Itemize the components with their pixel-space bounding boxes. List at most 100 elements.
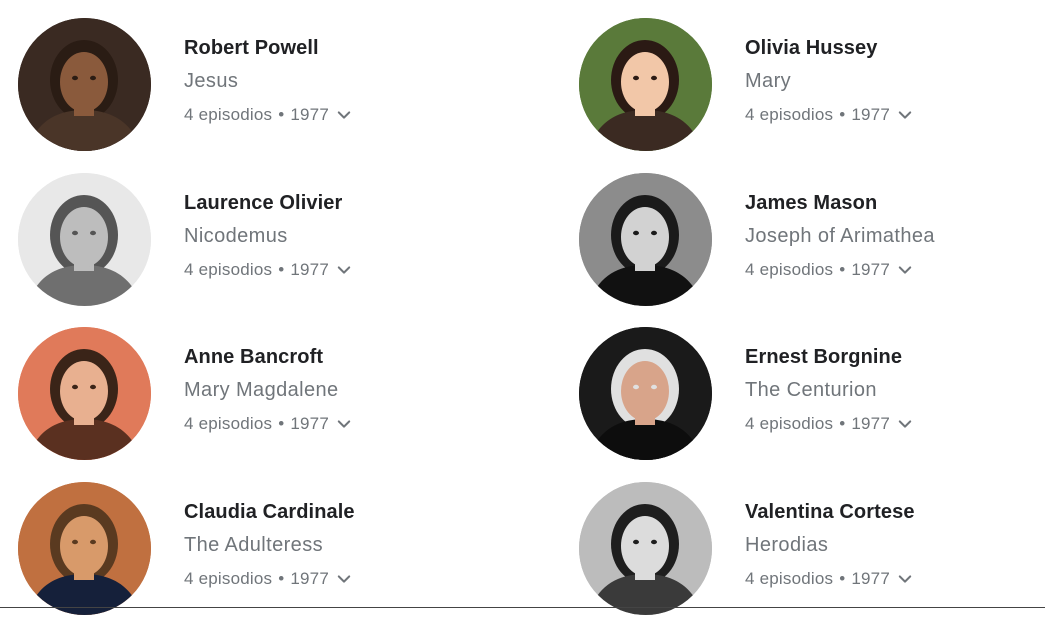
portrait-face <box>621 361 669 421</box>
separator-dot: • <box>839 105 846 124</box>
actor-name[interactable]: Ernest Borgnine <box>745 343 1045 371</box>
actor-name[interactable]: Anne Bancroft <box>184 343 484 371</box>
year: 1977 <box>851 105 890 124</box>
portrait-eye-right <box>651 539 657 545</box>
portrait-face <box>60 361 108 421</box>
episodes-count: 4 episodios <box>184 105 273 124</box>
portrait-eye-left <box>633 539 639 545</box>
episode-meta[interactable]: 4 episodios • 1977 <box>745 412 1045 436</box>
cast-info: Olivia Hussey Mary 4 episodios • 1977 <box>745 34 1045 127</box>
actor-photo[interactable] <box>18 482 151 615</box>
portrait-eye-right <box>651 230 657 236</box>
year: 1977 <box>851 414 890 433</box>
episode-meta[interactable]: 4 episodios • 1977 <box>745 567 1045 591</box>
actor-name[interactable]: James Mason <box>745 189 1045 217</box>
episode-meta[interactable]: 4 episodios • 1977 <box>184 258 484 282</box>
portrait-eye-right <box>651 384 657 390</box>
cast-card-olivia-hussey[interactable]: Olivia Hussey Mary 4 episodios • 1977 <box>579 18 1045 154</box>
portrait-face <box>60 516 108 576</box>
portrait-silhouette-icon <box>18 18 151 151</box>
portrait-silhouette-icon <box>579 18 712 151</box>
year: 1977 <box>290 569 329 588</box>
portrait-eye-left <box>72 384 78 390</box>
actor-photo[interactable] <box>18 173 151 306</box>
cast-list: Robert Powell Jesus 4 episodios • 1977 O… <box>0 0 1045 615</box>
episodes-count: 4 episodios <box>184 260 273 279</box>
cast-info: Laurence Olivier Nicodemus 4 episodios •… <box>184 189 484 282</box>
chevron-down-icon[interactable] <box>896 261 914 279</box>
actor-photo[interactable] <box>18 327 151 460</box>
episode-meta[interactable]: 4 episodios • 1977 <box>745 103 1045 127</box>
actor-name[interactable]: Olivia Hussey <box>745 34 1045 62</box>
episodes-count: 4 episodios <box>745 414 834 433</box>
portrait-eye-left <box>633 384 639 390</box>
cast-info: Robert Powell Jesus 4 episodios • 1977 <box>184 34 484 127</box>
portrait-eye-right <box>651 75 657 81</box>
portrait-eye-left <box>633 230 639 236</box>
portrait-eye-left <box>72 75 78 81</box>
separator-dot: • <box>839 260 846 279</box>
portrait-silhouette-icon <box>579 173 712 306</box>
separator-dot: • <box>839 569 846 588</box>
portrait-face <box>621 207 669 267</box>
episodes-count: 4 episodios <box>745 105 834 124</box>
episodes-count: 4 episodios <box>184 414 273 433</box>
chevron-down-icon[interactable] <box>896 570 914 588</box>
episode-meta[interactable]: 4 episodios • 1977 <box>745 258 1045 282</box>
portrait-face <box>621 52 669 112</box>
portrait-eye-right <box>90 75 96 81</box>
cast-info: Ernest Borgnine The Centurion 4 episodio… <box>745 343 1045 436</box>
portrait-face <box>60 207 108 267</box>
actor-name[interactable]: Valentina Cortese <box>745 498 1045 526</box>
actor-name[interactable]: Robert Powell <box>184 34 484 62</box>
cast-info: Valentina Cortese Herodias 4 episodios •… <box>745 498 1045 591</box>
character-name: Mary Magdalene <box>184 379 339 401</box>
character-name: Joseph of Arimathea <box>745 225 935 247</box>
episode-meta[interactable]: 4 episodios • 1977 <box>184 567 484 591</box>
chevron-down-icon[interactable] <box>335 570 353 588</box>
cast-card-anne-bancroft[interactable]: Anne Bancroft Mary Magdalene 4 episodios… <box>18 327 488 463</box>
separator-dot: • <box>278 260 285 279</box>
episodes-count: 4 episodios <box>184 569 273 588</box>
actor-photo[interactable] <box>579 173 712 306</box>
cast-card-james-mason[interactable]: James Mason Joseph of Arimathea 4 episod… <box>579 173 1045 309</box>
portrait-eye-right <box>90 230 96 236</box>
separator-dot: • <box>278 414 285 433</box>
portrait-eye-right <box>90 384 96 390</box>
cast-card-ernest-borgnine[interactable]: Ernest Borgnine The Centurion 4 episodio… <box>579 327 1045 463</box>
character-name: Herodias <box>745 534 829 556</box>
chevron-down-icon[interactable] <box>335 106 353 124</box>
portrait-eye-left <box>72 230 78 236</box>
separator-dot: • <box>278 569 285 588</box>
year: 1977 <box>290 260 329 279</box>
portrait-eye-right <box>90 539 96 545</box>
portrait-eye-left <box>633 75 639 81</box>
actor-photo[interactable] <box>579 482 712 615</box>
cast-card-claudia-cardinale[interactable]: Claudia Cardinale The Adulteress 4 episo… <box>18 482 488 618</box>
separator-dot: • <box>839 414 846 433</box>
character-name: Nicodemus <box>184 225 288 247</box>
character-name: Jesus <box>184 70 239 92</box>
chevron-down-icon[interactable] <box>335 261 353 279</box>
portrait-silhouette-icon <box>579 482 712 615</box>
cast-card-robert-powell[interactable]: Robert Powell Jesus 4 episodios • 1977 <box>18 18 488 154</box>
character-name: The Adulteress <box>184 534 324 556</box>
actor-photo[interactable] <box>579 18 712 151</box>
actor-name[interactable]: Claudia Cardinale <box>184 498 484 526</box>
actor-name[interactable]: Laurence Olivier <box>184 189 484 217</box>
divider-line <box>0 607 1045 608</box>
portrait-eye-left <box>72 539 78 545</box>
actor-photo[interactable] <box>18 18 151 151</box>
portrait-silhouette-icon <box>18 173 151 306</box>
actor-photo[interactable] <box>579 327 712 460</box>
cast-info: Anne Bancroft Mary Magdalene 4 episodios… <box>184 343 484 436</box>
portrait-silhouette-icon <box>18 327 151 460</box>
episode-meta[interactable]: 4 episodios • 1977 <box>184 103 484 127</box>
cast-card-laurence-olivier[interactable]: Laurence Olivier Nicodemus 4 episodios •… <box>18 173 488 309</box>
chevron-down-icon[interactable] <box>896 106 914 124</box>
chevron-down-icon[interactable] <box>896 415 914 433</box>
cast-card-valentina-cortese[interactable]: Valentina Cortese Herodias 4 episodios •… <box>579 482 1045 618</box>
episode-meta[interactable]: 4 episodios • 1977 <box>184 412 484 436</box>
character-name: The Centurion <box>745 379 877 401</box>
chevron-down-icon[interactable] <box>335 415 353 433</box>
